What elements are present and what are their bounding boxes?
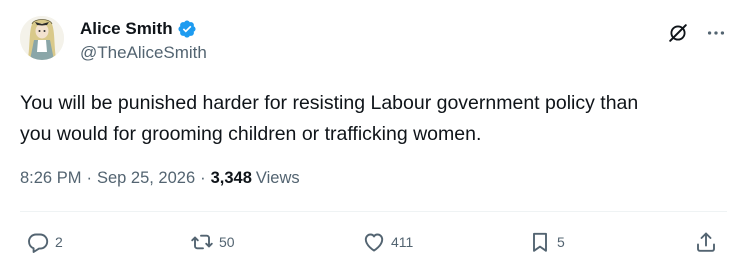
- top-actions: [667, 22, 727, 44]
- author-block: Alice Smith @TheAliceSmith: [80, 18, 207, 64]
- reply-icon: [26, 230, 50, 254]
- meta-separator-2: ·: [200, 169, 206, 187]
- tweet-card: Alice Smith @TheAliceSmith You will be p…: [0, 0, 747, 272]
- share-icon: [694, 230, 718, 254]
- handle[interactable]: @TheAliceSmith: [80, 42, 207, 64]
- verified-badge-icon[interactable]: [177, 19, 197, 39]
- views-count: 3,348: [210, 169, 252, 187]
- bookmark-count: 5: [557, 234, 565, 250]
- name-row: Alice Smith: [80, 18, 207, 40]
- more-icon[interactable]: [705, 22, 727, 44]
- grok-icon[interactable]: [667, 22, 689, 44]
- views-label: Views: [255, 169, 300, 187]
- tweet-meta: 8:26 PM · Sep 25, 2026 · 3,348 Views: [20, 167, 300, 189]
- repost-button[interactable]: 50: [190, 229, 235, 255]
- like-button[interactable]: 411: [362, 229, 413, 255]
- like-count: 411: [391, 234, 414, 250]
- tweet-time[interactable]: 8:26 PM: [20, 167, 81, 189]
- bookmark-icon: [528, 230, 552, 254]
- display-name[interactable]: Alice Smith: [80, 18, 173, 40]
- repost-count: 50: [219, 234, 235, 250]
- reply-button[interactable]: 2: [26, 229, 63, 255]
- share-button[interactable]: [694, 229, 718, 255]
- bookmark-button[interactable]: 5: [528, 229, 565, 255]
- meta-separator: ·: [86, 169, 92, 187]
- reply-count: 2: [55, 234, 63, 250]
- avatar[interactable]: [20, 16, 64, 60]
- divider: [20, 211, 727, 212]
- tweet-text: You will be punished harder for resistin…: [20, 92, 639, 145]
- like-icon: [362, 230, 386, 254]
- repost-icon: [190, 230, 214, 254]
- tweet-date[interactable]: Sep 25, 2026: [97, 167, 195, 189]
- avatar-illustration: [20, 16, 64, 60]
